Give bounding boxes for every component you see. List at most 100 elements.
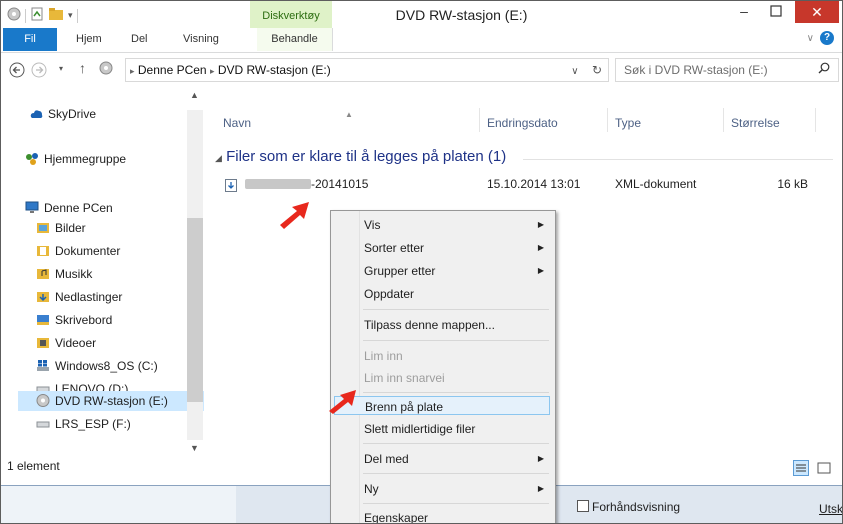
file-name: -20141015 <box>245 174 368 194</box>
item-count: 1 element <box>7 459 60 473</box>
homegroup-icon <box>25 151 39 165</box>
file-type: XML-dokument <box>615 177 697 191</box>
refresh-icon[interactable]: ↻ <box>592 63 602 77</box>
nav-item-musikk[interactable]: Musikk <box>36 264 92 284</box>
preview-label: Forhåndsvisning <box>592 500 681 514</box>
column-header-name[interactable]: Navn <box>223 116 251 130</box>
menu-item-tilpass[interactable]: Tilpass denne mappen... <box>334 315 550 335</box>
menu-item-label: Sorter etter <box>364 241 425 255</box>
close-button[interactable]: ✕ <box>795 1 839 23</box>
breadcrumb: ▸ Denne PCen ▸ DVD RW-stasjon (E:) <box>130 59 331 82</box>
nav-scrollbar[interactable]: ▲ ▼ <box>187 90 203 453</box>
menu-item-label: Egenskaper <box>364 511 429 524</box>
large-icons-view-icon[interactable] <box>816 459 832 485</box>
menu-separator <box>363 309 549 310</box>
downloads-folder-icon <box>36 289 50 302</box>
expand-ribbon-icon[interactable]: ∨ <box>807 33 814 44</box>
nav-scroll-thumb[interactable] <box>187 218 203 402</box>
scroll-up-icon[interactable]: ▲ <box>190 90 199 100</box>
menu-item-lim-inn[interactable]: Lim inn <box>334 346 550 366</box>
nav-item-denne-pcen[interactable]: Denne PCen <box>25 198 113 218</box>
table-row[interactable]: -20141015 15.10.2014 13:01 XML-dokument … <box>203 174 842 194</box>
nav-item-hjemmegruppe[interactable]: Hjemmegruppe <box>25 149 126 169</box>
nav-item-dvd-rw-selected[interactable]: DVD RW-stasjon (E:) <box>18 391 204 411</box>
drive-icon <box>36 416 50 429</box>
menu-item-grupper-etter[interactable]: Grupper etter ▶ <box>334 261 550 281</box>
address-tools: ∨ ↻ <box>571 59 602 83</box>
column-header-size[interactable]: Størrelse <box>731 116 780 130</box>
preview-option[interactable]: Forhåndsvisning <box>577 500 680 514</box>
tab-fil[interactable]: Fil <box>3 28 57 51</box>
submenu-arrow-icon: ▶ <box>537 220 544 229</box>
menu-item-del-med[interactable]: Del med ▶ <box>334 449 550 469</box>
desktop-folder-icon <box>36 312 50 325</box>
nav-item-windows8-os[interactable]: Windows8_OS (C:) <box>36 356 158 376</box>
menu-item-label: Tilpass denne mappen... <box>364 318 495 332</box>
collapse-group-icon[interactable]: ◢ <box>215 153 222 163</box>
breadcrumb-sep: ▸ <box>130 66 135 76</box>
breadcrumb-dvd-drive[interactable]: DVD RW-stasjon (E:) <box>218 63 331 77</box>
right-truncated-label[interactable]: Utsk <box>819 502 842 516</box>
nav-item-skydrive[interactable]: SkyDrive <box>29 104 96 124</box>
dvd-drive-icon <box>36 393 50 407</box>
nav-item-nedlastinger[interactable]: Nedlastinger <box>36 287 122 307</box>
menu-item-ny[interactable]: Ny ▶ <box>334 479 550 499</box>
menu-item-slett-midlertidige[interactable]: Slett midlertidige filer <box>334 419 550 439</box>
nav-item-label: Videoer <box>55 336 97 350</box>
menu-item-label: Slett midlertidige filer <box>364 422 476 436</box>
nav-item-lrs-esp[interactable]: LRS_ESP (F:) <box>36 414 131 434</box>
minimize-button[interactable]: – <box>729 1 759 23</box>
nav-item-label: Nedlastinger <box>55 290 123 304</box>
menu-item-sorter-etter[interactable]: Sorter etter ▶ <box>334 238 550 258</box>
context-menu: Vis ▶ Sorter etter ▶ Grupper etter ▶ Oppdat… <box>330 210 556 524</box>
address-dropdown-icon[interactable]: ∨ <box>571 66 578 77</box>
menu-item-lim-inn-snarvei[interactable]: Lim inn snarvei <box>334 368 550 388</box>
nav-item-skrivebord[interactable]: Skrivebord <box>36 310 112 330</box>
nav-item-dokumenter[interactable]: Dokumenter <box>36 241 120 261</box>
ribbon-controls: ∨ ? <box>807 31 834 45</box>
tab-del[interactable]: Del <box>131 28 148 51</box>
nav-item-label: LRS_ESP (F:) <box>55 417 131 431</box>
menu-item-egenskaper[interactable]: Egenskaper <box>334 508 550 524</box>
menu-separator <box>363 392 549 393</box>
back-button[interactable] <box>9 62 25 81</box>
menu-item-label: Lim inn snarvei <box>364 371 445 385</box>
menu-separator <box>363 473 549 474</box>
details-view-icon[interactable] <box>793 459 809 485</box>
nav-item-videoer[interactable]: Videoer <box>36 333 96 353</box>
maximize-button[interactable] <box>761 1 791 23</box>
drive-location-icon <box>99 61 113 78</box>
column-divider[interactable] <box>607 108 608 132</box>
breadcrumb-this-pc[interactable]: Denne PCen <box>138 63 207 77</box>
column-divider[interactable] <box>479 108 480 132</box>
address-input[interactable]: ▸ Denne PCen ▸ DVD RW-stasjon (E:) ∨ ↻ <box>125 58 609 82</box>
tab-hjem[interactable]: Hjem <box>76 28 102 51</box>
search-input[interactable]: Søk i DVD RW-stasjon (E:) <box>615 58 839 82</box>
up-button[interactable]: ↑ <box>79 60 86 76</box>
nav-item-bilder[interactable]: Bilder <box>36 218 86 238</box>
preview-checkbox[interactable] <box>577 500 589 512</box>
forward-button[interactable] <box>31 62 47 81</box>
column-divider[interactable] <box>723 108 724 132</box>
column-divider[interactable] <box>815 108 816 132</box>
group-header[interactable]: ◢ Filer som er klare til å legges på pla… <box>215 148 506 165</box>
documents-folder-icon <box>36 243 50 256</box>
menu-item-brenn-paa-plate[interactable]: Brenn på plate <box>334 396 550 415</box>
red-arrow-annotation <box>277 198 317 233</box>
column-header-type[interactable]: Type <box>615 116 641 130</box>
search-placeholder: Søk i DVD RW-stasjon (E:) <box>624 63 768 77</box>
nav-item-label: Bilder <box>55 221 86 235</box>
menu-item-vis[interactable]: Vis ▶ <box>334 215 550 235</box>
scroll-down-icon[interactable]: ▼ <box>190 443 199 453</box>
tab-visning[interactable]: Visning <box>183 28 219 51</box>
column-header-date[interactable]: Endringsdato <box>487 116 558 130</box>
help-icon[interactable]: ? <box>820 31 834 45</box>
search-icon[interactable] <box>818 59 830 81</box>
tab-behandle[interactable]: Behandle <box>257 28 333 51</box>
submenu-arrow-icon: ▶ <box>537 266 544 275</box>
recent-locations-icon[interactable]: ▾ <box>59 64 63 73</box>
navigation-pane: SkyDrive Hjemmegruppe Denne PCen Bilder … <box>1 88 204 453</box>
cloud-icon <box>29 106 43 119</box>
file-name-suffix: -20141015 <box>311 177 369 191</box>
menu-item-oppdater[interactable]: Oppdater <box>334 284 550 304</box>
